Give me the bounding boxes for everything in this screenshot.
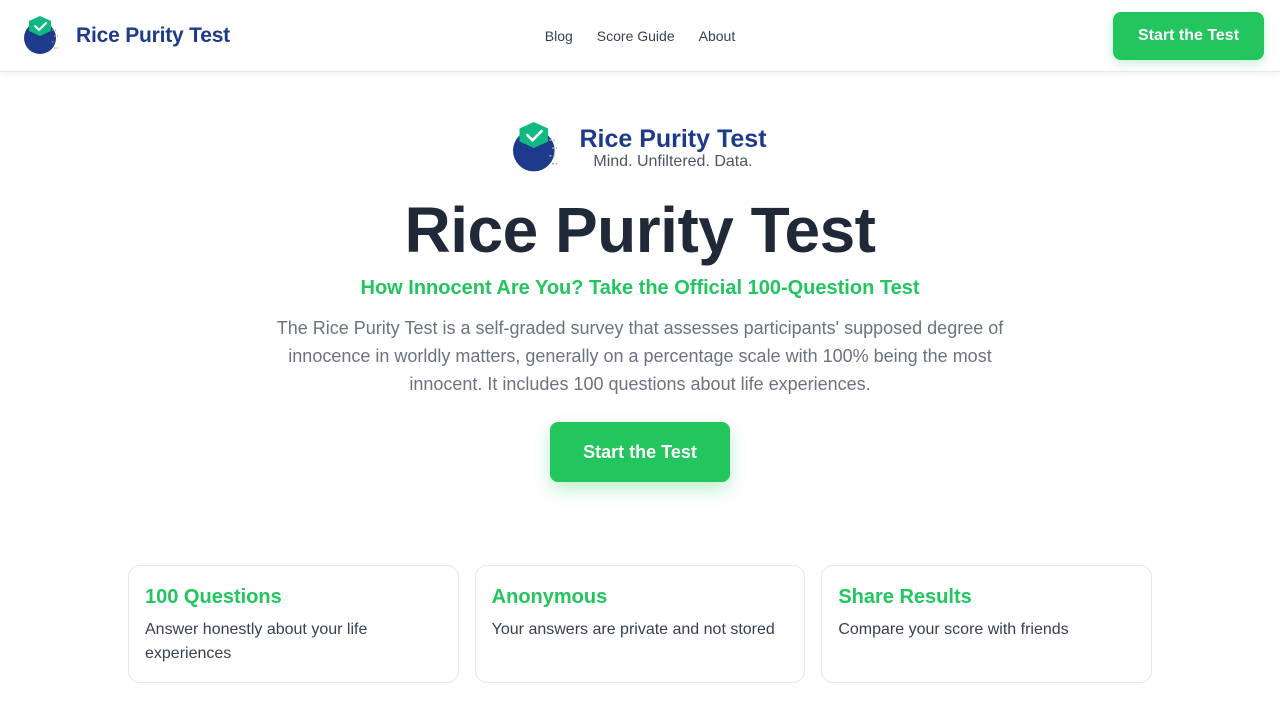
hero-description: The Rice Purity Test is a self-graded su… [276,318,1004,394]
brain-checkmark-logo-icon [513,122,558,172]
features-section: 100 Questions Answer honestly about your… [128,565,1153,683]
site-header: Rice Purity Test Blog Score Guide About … [0,0,1280,72]
nav-link-score-guide[interactable]: Score Guide [597,28,675,44]
hero-brand-text: Rice Purity Test Mind. Unfiltered. Data. [579,125,766,171]
nav-link-blog[interactable]: Blog [545,28,573,44]
brand-name: Rice Purity Test [76,23,230,47]
feature-card-text: Your answers are private and not stored [491,621,775,638]
feature-card-title: 100 Questions [145,586,282,608]
page-title: Rice Purity Test [404,194,876,266]
feature-card-anonymous: Anonymous Your answers are private and n… [474,565,806,683]
hero-brand: Rice Purity Test Mind. Unfiltered. Data. [0,122,1280,174]
hero-section: Rice Purity Test Mind. Unfiltered. Data.… [0,72,1280,482]
feature-card-text: Answer honestly about your life experien… [145,621,368,662]
feature-card-title: Share Results [838,586,972,608]
feature-card-text: Compare your score with friends [838,621,1069,638]
brain-checkmark-logo-icon [24,15,58,54]
brand-link[interactable]: Rice Purity Test [24,15,230,56]
feature-card-questions: 100 Questions Answer honestly about your… [128,565,459,683]
hero-subtitle: How Innocent Are You? Take the Official … [360,277,920,299]
hero-start-test-button[interactable]: Start the Test [550,422,730,482]
header-start-test-button[interactable]: Start the Test [1113,11,1264,60]
feature-card-share: Share Results Compare your score with fr… [821,565,1153,683]
hero-tagline: Mind. Unfiltered. Data. [593,153,753,170]
hero-brand-name: Rice Purity Test [579,125,767,153]
feature-card-title: Anonymous [491,586,608,608]
nav-link-about[interactable]: About [699,28,736,44]
